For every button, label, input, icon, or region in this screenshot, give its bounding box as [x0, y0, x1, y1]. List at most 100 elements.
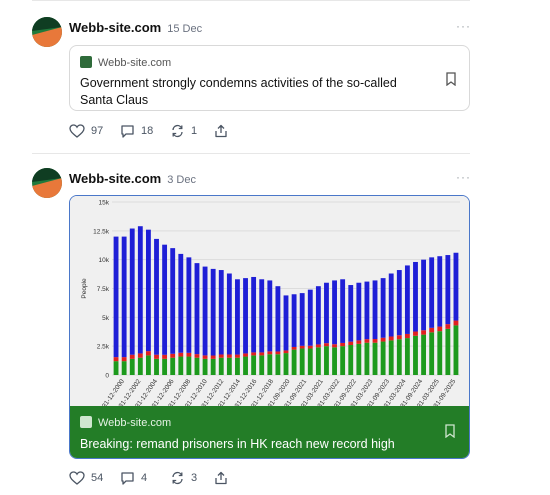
bar-segment-base: [324, 346, 329, 375]
bar-segment-top: [404, 265, 410, 334]
repost-button[interactable]: 1: [170, 123, 197, 139]
top-divider: [32, 0, 470, 1]
share-button[interactable]: [214, 470, 228, 486]
bar-segment-mid: [243, 353, 248, 357]
bar-segment-base: [429, 332, 435, 375]
bar-segment-base: [372, 342, 378, 375]
bar-segment-base: [178, 356, 184, 375]
bar-segment-base: [453, 325, 459, 375]
bar-segment-base: [315, 347, 321, 375]
bar-segment-top: [170, 248, 176, 354]
bar-segment-top: [113, 236, 119, 358]
bar-segment-top: [315, 286, 321, 345]
bar-segment-base: [210, 358, 216, 375]
bar-segment-mid: [413, 331, 418, 336]
bar-segment-base: [162, 358, 168, 375]
card-title: Breaking: remand prisoners in HK reach n…: [80, 437, 395, 451]
bar-segment-base: [113, 361, 119, 375]
more-options-icon[interactable]: ···: [456, 170, 471, 184]
bar-segment-base: [291, 349, 297, 375]
bar-segment-mid: [380, 337, 386, 342]
like-button[interactable]: 97: [69, 123, 103, 139]
bar-segment-base: [388, 340, 394, 375]
reply-button[interactable]: 4: [120, 470, 147, 486]
bar-segment-mid: [283, 350, 289, 354]
bar-segment-mid: [218, 354, 224, 358]
bar-segment-mid: [348, 341, 354, 346]
bar-segment-base: [307, 348, 313, 375]
author-name[interactable]: Webb-site.com: [69, 171, 161, 186]
bar-segment-mid: [178, 352, 184, 357]
avatar[interactable]: [32, 17, 62, 47]
bar-segment-base: [145, 355, 151, 375]
bar-segment-mid: [251, 352, 257, 356]
avatar[interactable]: [32, 168, 62, 198]
bar-segment-top: [145, 229, 151, 352]
bar-segment-top: [324, 282, 329, 344]
bar-segment-base: [202, 358, 208, 375]
heart-icon: [69, 471, 85, 485]
link-card[interactable]: Webb-site.com Government strongly condem…: [69, 45, 470, 111]
y-tick-label: 10k: [99, 257, 110, 264]
bar-segment-base: [413, 335, 418, 375]
post-author[interactable]: Webb-site.com 3 Dec: [69, 171, 196, 186]
bar-segment-mid: [307, 345, 313, 349]
bar-segment-mid: [421, 330, 427, 335]
post-date[interactable]: 3 Dec: [167, 174, 196, 186]
author-name[interactable]: Webb-site.com: [69, 20, 161, 35]
bar-segment-top: [421, 259, 427, 331]
bar-segment-top: [299, 293, 305, 346]
bar-segment-mid: [356, 340, 362, 344]
bookmark-icon[interactable]: [444, 424, 456, 438]
bar-segment-top: [154, 238, 159, 355]
y-tick-label: 5k: [102, 315, 110, 322]
bar-segment-top: [194, 263, 200, 355]
like-button[interactable]: 54: [69, 470, 103, 486]
bar-segment-mid: [291, 346, 297, 350]
bar-segment-top: [364, 281, 370, 340]
post-date[interactable]: 15 Dec: [167, 23, 202, 35]
bar-segment-base: [404, 338, 410, 375]
post-author[interactable]: Webb-site.com 15 Dec: [69, 20, 202, 35]
bar-segment-mid: [437, 326, 443, 332]
bookmark-icon[interactable]: [445, 72, 457, 86]
bar-segment-top: [235, 279, 240, 355]
favicon-icon: [80, 56, 92, 68]
bar-segment-base: [364, 342, 370, 375]
bar-segment-top: [251, 276, 257, 353]
bar-segment-mid: [404, 333, 410, 339]
more-options-icon[interactable]: ···: [456, 19, 471, 33]
bar-segment-base: [218, 357, 224, 375]
repost-button[interactable]: 3: [170, 470, 197, 486]
bar-segment-base: [340, 346, 346, 375]
card-source-label: Webb-site.com: [98, 57, 172, 69]
bar-segment-top: [291, 294, 297, 347]
bar-segment-mid: [396, 335, 402, 340]
y-axis-label: People: [81, 278, 88, 299]
bar-segment-top: [162, 244, 168, 355]
bar-segment-mid: [137, 353, 143, 358]
bar-segment-top: [137, 226, 143, 354]
reply-count: 4: [141, 472, 148, 484]
share-button[interactable]: [214, 123, 228, 139]
card-source-label: Webb-site.com: [98, 417, 172, 429]
bar-segment-top: [178, 253, 184, 353]
bar-segment-top: [380, 278, 386, 338]
bar-segment-mid: [202, 355, 208, 359]
y-tick-label: 12.5k: [93, 228, 110, 235]
bar-segment-base: [275, 354, 281, 375]
y-tick-label: 15k: [99, 200, 110, 207]
link-card[interactable]: 0 2.5k 5k 7.5k 10k 12.5k 15k People 31-12-2000 31…: [69, 195, 470, 459]
bar-segment-top: [307, 289, 313, 346]
bar-segment-mid: [259, 352, 265, 356]
bar-segment-top: [372, 280, 378, 340]
like-count: 54: [91, 472, 104, 484]
bar-segment-base: [396, 339, 402, 375]
bar-segment-mid: [340, 342, 346, 347]
bar-segment-base: [251, 355, 257, 375]
bar-segment-top: [356, 282, 362, 341]
reply-button[interactable]: 18: [120, 123, 153, 139]
bar-segment-top: [340, 279, 346, 343]
bar-segment-top: [453, 252, 459, 321]
card-source: Webb-site.com: [80, 416, 171, 429]
